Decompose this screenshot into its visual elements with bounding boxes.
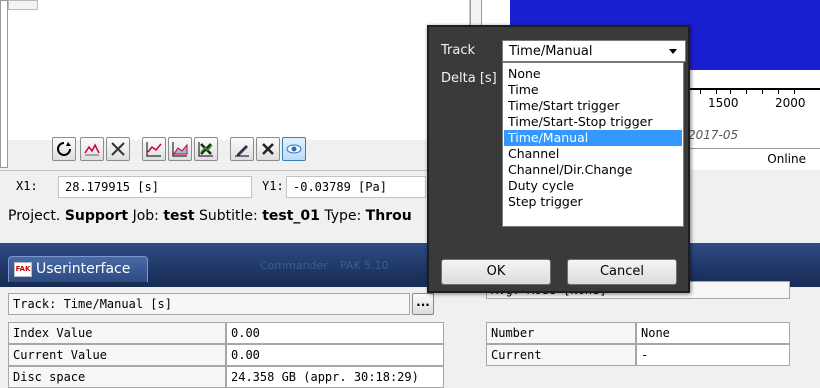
table-value[interactable]: - [636, 344, 790, 366]
clear-chart-icon [198, 142, 213, 157]
track-option-step-trigger[interactable]: Step trigger [504, 194, 682, 210]
axis-tick [778, 88, 779, 94]
track-more-button[interactable]: ... [412, 293, 434, 315]
spectrogram-x-axis [682, 88, 820, 90]
line-chart-icon [146, 142, 162, 157]
type-label: Type: [319, 208, 366, 224]
track-label: Track: Time/Manual [s] [8, 293, 410, 315]
table-value[interactable]: 24.358 GB (appr. 30:18:29) [226, 366, 444, 388]
refresh-icon [57, 142, 71, 156]
subtitle-name: test_01 [262, 208, 320, 224]
track-options-list[interactable]: None Time Time/Start trigger Time/Start-… [502, 62, 684, 227]
table-key: Number [486, 322, 636, 344]
ok-button[interactable]: OK [441, 259, 551, 285]
job-label: Job: [128, 208, 164, 224]
project-name: Support [64, 208, 129, 224]
track-option-time-start-trigger[interactable]: Time/Start trigger [504, 98, 682, 114]
spectrogram-status-bar: Online [682, 148, 820, 168]
delta-label: Delta [s] [441, 71, 497, 86]
area-chart-icon [172, 142, 188, 157]
cancel-button[interactable]: Cancel [567, 259, 677, 285]
close-icon [262, 143, 274, 155]
header-ghost-text: PAK 5.10 [340, 259, 389, 272]
axis-tick [762, 88, 763, 94]
track-select[interactable]: Time/Manual [502, 40, 686, 62]
track-select-value: Time/Manual [509, 44, 593, 59]
axis-tick [716, 88, 717, 94]
spectrogram-date: 2017-05 [688, 128, 739, 142]
subtitle-label: Subtitle: [194, 208, 263, 224]
track-option-none[interactable]: None [504, 66, 682, 82]
type-name: Throu [365, 208, 412, 224]
track-option-time-start-stop-trigger[interactable]: Time/Start-Stop trigger [504, 114, 682, 130]
cursor-bar: X1: 28.179915 [s] Y1: -0.03789 [Pa] [0, 170, 480, 202]
axis-tick [700, 88, 701, 94]
plot-scrollbar[interactable] [8, 0, 38, 10]
userinterface-tab[interactable]: FAK Userinterface [8, 256, 148, 282]
job-name: test [163, 208, 195, 224]
online-status: Online [767, 152, 806, 166]
axis-tick [794, 88, 795, 94]
track-option-channel[interactable]: Channel [504, 146, 682, 162]
line-chart-button[interactable] [142, 137, 166, 161]
plot-area[interactable] [0, 0, 470, 140]
project-info: Project. Support Job: test Subtitle: tes… [8, 208, 488, 230]
table-key: Current Value [8, 344, 226, 366]
axis-tick-label: 1500 [708, 96, 739, 110]
clear-chart-button[interactable] [194, 137, 218, 161]
track-dialog: Track Delta [s] Time/Manual None Time Ti… [427, 25, 690, 293]
project-label: Project. [8, 208, 65, 224]
pen-icon [235, 145, 249, 157]
plot-toolbar [40, 137, 340, 165]
track-option-time-manual[interactable]: Time/Manual [504, 130, 682, 146]
track-option-time[interactable]: Time [504, 82, 682, 98]
y-cursor-field[interactable]: -0.03789 [Pa] [286, 176, 426, 198]
autoscale-button[interactable] [80, 137, 104, 161]
header-ghost-text: Commander [260, 259, 328, 272]
track-label: Track [441, 43, 476, 58]
chevron-down-icon[interactable] [669, 49, 677, 54]
close-button[interactable] [256, 137, 280, 161]
track-option-channel-dir-change[interactable]: Channel/Dir.Change [504, 162, 682, 178]
table-value[interactable]: 0.00 [226, 322, 444, 344]
axis-tick [746, 88, 747, 94]
refresh-button[interactable] [52, 137, 76, 161]
spectrogram-image-right [682, 0, 820, 70]
track-option-duty-cycle[interactable]: Duty cycle [504, 178, 682, 194]
draw-button[interactable] [230, 137, 254, 161]
x-cursor-field[interactable]: 28.179915 [s] [58, 176, 252, 198]
plot-frame [0, 0, 8, 168]
y-cursor-label: Y1: [262, 179, 284, 193]
eye-icon [286, 144, 302, 154]
view-button[interactable] [282, 137, 306, 161]
table-value[interactable]: None [636, 322, 790, 344]
table-value[interactable]: 0.00 [226, 344, 444, 366]
autoscale-icon [84, 143, 100, 156]
axis-tick [730, 88, 731, 94]
cut-button[interactable] [106, 137, 130, 161]
table-key: Index Value [8, 322, 226, 344]
table-key: Disc space [8, 366, 226, 388]
axis-tick-label: 2000 [775, 96, 806, 110]
table-key: Current [486, 344, 636, 366]
userinterface-tab-label: Userinterface [36, 261, 131, 277]
cut-icon [111, 142, 125, 156]
fak-logo-icon: FAK [14, 262, 32, 277]
area-chart-button[interactable] [168, 137, 192, 161]
x-cursor-label: X1: [16, 179, 38, 193]
